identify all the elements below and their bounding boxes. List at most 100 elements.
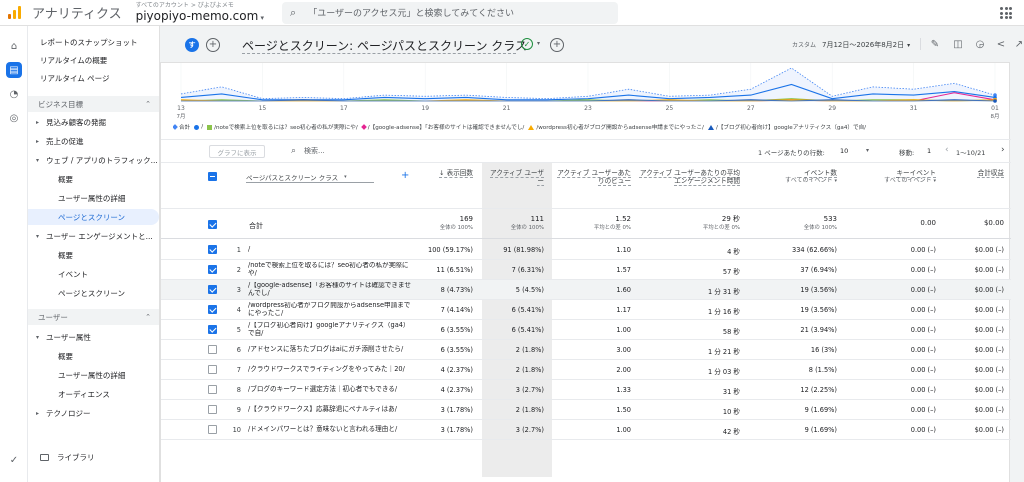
metric-cell: 3.00 (616, 346, 631, 354)
sidebar-section-header[interactable]: ビジネス目標 ⌃ (28, 96, 159, 112)
sidebar-item[interactable]: ▸ 売上の促進 (28, 133, 159, 149)
page-path-cell[interactable]: /wordpress初心者がブログ開設からadsense申請までにやったこ/ (248, 302, 412, 318)
trend-icon[interactable]: ↗ (1012, 37, 1024, 51)
reports-icon[interactable]: ▤ (6, 62, 22, 78)
table-row[interactable]: 10/ドメインパワーとは？意味ないと言われる理由と/3 (1.78%) 3 (2.… (161, 420, 1011, 440)
rows-per-page-select[interactable]: 10 (840, 147, 848, 155)
check-circle-icon[interactable]: ✓ (6, 452, 22, 468)
table-row[interactable]: 8/ブログのキーワード選定方法｜初心者でもできる/4 (2.37%) 3 (2.7… (161, 380, 1011, 400)
sidebar-item[interactable]: ユーザー属性の詳細 (28, 367, 159, 383)
row-checkbox[interactable] (208, 265, 217, 274)
check-icon[interactable]: ✓ (521, 38, 533, 50)
goto-input[interactable]: 1 (927, 147, 931, 155)
table-row[interactable]: 3 /【google-adsense】「お客様のサイトは確認できませんでし/8 (… (161, 280, 1011, 300)
legend-item[interactable]: 合計 (173, 123, 190, 131)
page-path-cell[interactable]: /ドメインパワーとは？意味ないと言われる理由と/ (248, 422, 412, 438)
table-row[interactable]: 2/noteで検索上位を取るには？seo初心者の私が実際にや/11 (6.51%… (161, 260, 1011, 280)
sidebar-item[interactable]: レポートのスナップショット (28, 34, 159, 50)
chevron-down-icon[interactable]: ▾ (866, 147, 869, 154)
page-path-cell[interactable]: /【クラウドワークス】応募辞退にペナルティはあ/ (248, 402, 412, 418)
table-row[interactable]: 6/アドセンスに落ちたブログはaiにガチ添削させたら/6 (3.55%) 2 (1… (161, 340, 1011, 360)
legend-item[interactable]: /noteで検索上位を取るには？seo初心者の私が実際にや/ (207, 123, 358, 131)
next-page-icon[interactable]: › (1001, 145, 1005, 155)
row-checkbox[interactable] (208, 405, 217, 414)
page-path-cell[interactable]: /ブログのキーワード選定方法｜初心者でもできる/ (248, 382, 412, 398)
column-header[interactable]: イベント数 すべてのイベント ▾ (747, 169, 837, 185)
sidebar-item[interactable]: ページとスクリーン (28, 209, 159, 225)
sidebar-item-library[interactable]: ライブラリ (40, 452, 95, 463)
select-all-checkbox[interactable] (208, 172, 217, 181)
column-header[interactable]: キーイベント すべてのイベント ▾ (846, 169, 936, 185)
edit-report-icon[interactable]: ✎ (928, 37, 942, 51)
sidebar-item-label: イベント (58, 269, 88, 279)
prev-page-icon[interactable]: ‹ (945, 145, 949, 155)
sidebar-item[interactable]: リアルタイムの概要 (28, 52, 159, 68)
sidebar-item[interactable]: リアルタイム ページ (28, 70, 159, 86)
page-path-cell[interactable]: / (248, 242, 412, 258)
compare-icon[interactable]: ◫ (951, 37, 965, 51)
row-checkbox[interactable] (208, 285, 217, 294)
row-checkbox[interactable] (208, 305, 217, 314)
page-path-cell[interactable]: /【google-adsense】「お客様のサイトは確認できませんでし/ (248, 282, 412, 298)
add-filter-button[interactable]: + (550, 38, 564, 52)
row-checkbox[interactable] (208, 245, 217, 254)
column-header[interactable]: アクティブ ユーザー (484, 169, 544, 185)
sidebar-item[interactable]: 概要 (28, 348, 159, 364)
sidebar-item[interactable]: ▾ ユーザー エンゲージメントと... (28, 228, 159, 244)
page-path-cell[interactable]: /noteで検索上位を取るには？seo初心者の私が実際にや/ (248, 262, 412, 278)
sidebar-item[interactable]: 概要 (28, 247, 159, 263)
explore-icon[interactable]: ◔ (6, 86, 22, 102)
advertising-icon[interactable]: ◎ (6, 110, 22, 126)
total-subtext: 平均との差 0% (702, 225, 740, 232)
page-path-cell[interactable]: /アドセンスに落ちたブログはaiにガチ添削させたら/ (248, 342, 412, 358)
column-header[interactable]: ↓ 表示回数 (403, 169, 473, 177)
column-header[interactable]: アクティブ ユーザーあたりのビュー (551, 169, 631, 185)
total-checkbox[interactable] (208, 220, 217, 229)
table-row[interactable]: 1 / 100 (59.17%) 91 (81.98%) 1.10 4 秒 334 (62.… (161, 240, 1011, 260)
sidebar-item[interactable]: ユーザー属性の詳細 (28, 190, 159, 206)
share-icon[interactable]: < (994, 37, 1008, 51)
sidebar-item[interactable]: ページとスクリーン (28, 285, 159, 301)
avatar[interactable]: す (185, 38, 199, 52)
row-checkbox[interactable] (208, 425, 217, 434)
legend-item[interactable]: /【ブログ初心者向け】googleアナリティクス（ga4）で自/ (707, 123, 866, 131)
sidebar-item[interactable]: ▾ ユーザー属性 (28, 329, 159, 345)
legend-item[interactable]: /【google-adsense】「お客様のサイトは確認できませんでし/ (360, 123, 524, 131)
plot-rows-button[interactable]: グラフに表示 (209, 145, 265, 158)
sidebar-item[interactable]: ▸ テクノロジー (28, 405, 159, 421)
row-checkbox[interactable] (208, 385, 217, 394)
analytics-logo-icon[interactable] (4, 0, 26, 26)
column-filter-select[interactable]: すべてのイベント ▾ (747, 177, 837, 185)
table-row[interactable]: 4/wordpress初心者がブログ開設からadsense申請までにやったこ/7… (161, 300, 1011, 320)
column-filter-select[interactable]: すべてのイベント ▾ (846, 177, 936, 185)
chevron-down-icon[interactable]: ▾ (537, 40, 540, 47)
table-search-input[interactable]: ⌕ 検索... (291, 146, 325, 156)
column-header[interactable]: 合計収益 (964, 169, 1004, 177)
add-comparison-button[interactable]: + (206, 38, 220, 52)
row-checkbox[interactable] (208, 325, 217, 334)
sidebar-item[interactable]: オーディエンス (28, 386, 159, 402)
insights-icon[interactable]: ◶ (973, 37, 987, 51)
sidebar-item[interactable]: 概要 (28, 171, 159, 187)
date-range-picker[interactable]: カスタム 7月12日〜2026年8月2日 ▾ (792, 40, 910, 50)
column-header[interactable]: アクティブ ユーザーあたりの平均エンゲージメント時間 (636, 169, 740, 185)
table-row[interactable]: 7/クラウドワークスでライティングをやってみた｜20/4 (2.37%) 2 (1… (161, 360, 1011, 380)
page-path-cell[interactable]: /クラウドワークスでライティングをやってみた｜20/ (248, 362, 412, 378)
account-picker[interactable]: すべてのアカウント > ぴよぴよメモ piyopiyo-memo.com ▾ (136, 3, 264, 23)
table-row[interactable]: 5 /【ブログ初心者向け】googleアナリティクス（ga4）で自/6 (3.55… (161, 320, 1011, 340)
sidebar-section-header[interactable]: ユーザー ⌃ (28, 309, 159, 325)
legend-item[interactable]: /wordpress初心者がブログ開設からadsense申請までにやったこ/ (528, 123, 704, 131)
page-path-cell[interactable]: /【ブログ初心者向け】googleアナリティクス（ga4）で自/ (248, 322, 412, 338)
table-row[interactable]: 9 /【クラウドワークス】応募辞退にペナルティはあ/3 (1.78%) 2 (1.8… (161, 400, 1011, 420)
row-checkbox[interactable] (208, 345, 217, 354)
page-title[interactable]: ページとスクリーン: ページパスとスクリーン クラス (242, 37, 527, 54)
sidebar-item[interactable]: ▾ ウェブ / アプリのトラフィック... (28, 152, 159, 168)
apps-grid-icon[interactable] (1000, 7, 1012, 19)
dimension-select[interactable]: ページパスとスクリーン クラス ▾ (246, 171, 374, 183)
legend-item[interactable]: / (194, 124, 203, 130)
search-bar[interactable]: ⌕ 「ユーザーのアクセス元」と検索してみてください (282, 1, 619, 24)
row-checkbox[interactable] (208, 365, 217, 374)
home-icon[interactable]: ⌂ (6, 38, 22, 54)
sidebar-item[interactable]: ▸ 見込み顧客の発掘 (28, 114, 159, 130)
sidebar-item[interactable]: イベント (28, 266, 159, 282)
